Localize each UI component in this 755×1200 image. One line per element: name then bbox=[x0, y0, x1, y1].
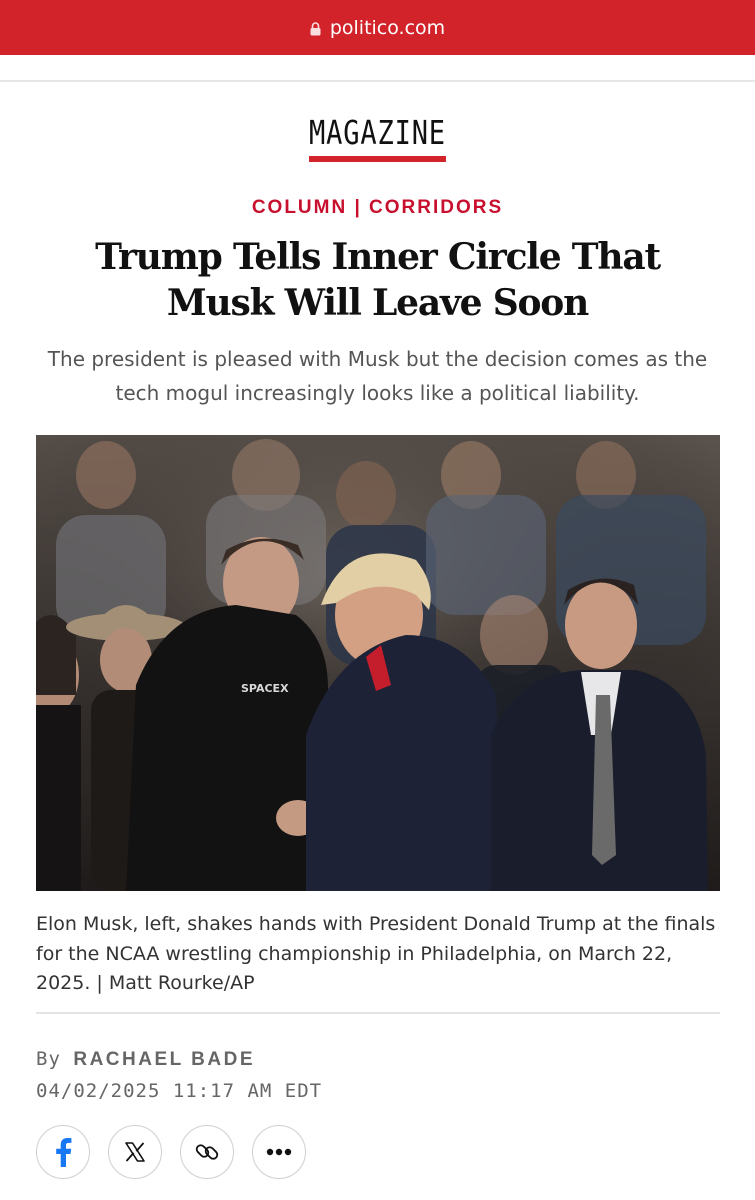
x-share-button[interactable] bbox=[108, 1125, 162, 1179]
link-icon bbox=[195, 1144, 219, 1160]
url-text: politico.com bbox=[329, 16, 446, 39]
share-buttons bbox=[36, 1125, 306, 1179]
article-headline: Trump Tells Inner Circle That Musk Will … bbox=[95, 236, 661, 324]
more-icon bbox=[266, 1148, 292, 1156]
article-dek: The president is pleased with Musk but t… bbox=[47, 347, 708, 405]
lock-icon bbox=[310, 21, 321, 35]
section-logo[interactable]: MAGAZINE bbox=[0, 112, 755, 162]
browser-url-bar[interactable]: politico.com bbox=[0, 0, 755, 55]
section-label: MAGAZINE bbox=[309, 112, 446, 162]
caption-divider bbox=[36, 1012, 720, 1014]
facebook-icon bbox=[56, 1138, 72, 1167]
x-icon bbox=[125, 1142, 145, 1162]
facebook-share-button[interactable] bbox=[36, 1125, 90, 1179]
article-kicker[interactable]: COLUMN | CORRIDORS bbox=[0, 197, 755, 219]
byline-prefix: By bbox=[36, 1048, 61, 1070]
shirt-logo-text: SPACEX bbox=[241, 682, 289, 695]
photo-illustration: SPACEX bbox=[36, 435, 720, 891]
photo-caption: Elon Musk, left, shakes hands with Presi… bbox=[36, 913, 716, 994]
publish-timestamp: 04/02/2025 11:17 AM EDT bbox=[36, 1080, 323, 1102]
byline: By RACHAEL BADE bbox=[36, 1048, 255, 1071]
more-share-button[interactable] bbox=[252, 1125, 306, 1179]
author-link[interactable]: RACHAEL BADE bbox=[73, 1049, 255, 1070]
copy-link-button[interactable] bbox=[180, 1125, 234, 1179]
article-photo: SPACEX bbox=[36, 435, 720, 891]
header-divider bbox=[0, 80, 755, 82]
